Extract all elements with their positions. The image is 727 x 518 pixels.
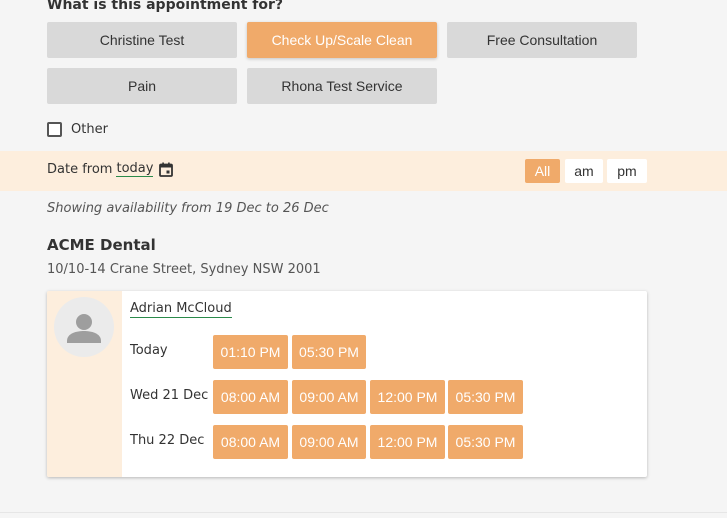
divider bbox=[0, 512, 727, 513]
clinic-name: ACME Dental bbox=[47, 236, 156, 254]
slot-button[interactable]: 05:30 PM bbox=[448, 425, 523, 459]
clinic-address: 10/10-14 Crane Street, Sydney NSW 2001 bbox=[47, 262, 321, 277]
period-all-button[interactable]: All bbox=[525, 159, 560, 183]
availability-note: Showing availability from 19 Dec to 26 D… bbox=[47, 201, 329, 216]
other-option[interactable]: Other bbox=[47, 122, 108, 137]
service-button-christine-test[interactable]: Christine Test bbox=[47, 22, 237, 58]
date-filter-bar: Date from today All am pm bbox=[0, 151, 727, 191]
slot-button[interactable]: 08:00 AM bbox=[213, 425, 288, 459]
practitioner-card: Adrian McCloud Today 01:10 PM 05:30 PM W… bbox=[47, 291, 647, 477]
day-label-today: Today bbox=[130, 343, 168, 358]
day-label-thu-22-dec: Thu 22 Dec bbox=[130, 433, 205, 448]
service-button-pain[interactable]: Pain bbox=[47, 68, 237, 104]
slot-button[interactable]: 08:00 AM bbox=[213, 380, 288, 414]
service-button-check-up-scale-clean[interactable]: Check Up/Scale Clean bbox=[247, 22, 437, 58]
date-from-link[interactable]: today bbox=[116, 161, 154, 177]
day-label-wed-21-dec: Wed 21 Dec bbox=[130, 388, 209, 403]
calendar-icon[interactable] bbox=[159, 162, 174, 177]
slot-button[interactable]: 01:10 PM bbox=[213, 335, 288, 369]
slot-button[interactable]: 09:00 AM bbox=[292, 425, 366, 459]
other-label: Other bbox=[71, 122, 108, 137]
slot-button[interactable]: 05:30 PM bbox=[448, 380, 523, 414]
date-from: Date from today bbox=[47, 161, 174, 177]
period-am-button[interactable]: am bbox=[565, 159, 603, 183]
slot-button[interactable]: 09:00 AM bbox=[292, 380, 366, 414]
practitioner-side-panel bbox=[47, 291, 122, 477]
slot-button[interactable]: 12:00 PM bbox=[370, 425, 445, 459]
slot-button[interactable]: 05:30 PM bbox=[292, 335, 366, 369]
service-button-free-consultation[interactable]: Free Consultation bbox=[447, 22, 637, 58]
slot-button[interactable]: 12:00 PM bbox=[370, 380, 445, 414]
practitioner-name-link[interactable]: Adrian McCloud bbox=[130, 300, 232, 318]
period-pm-button[interactable]: pm bbox=[607, 159, 647, 183]
service-button-rhona-test-service[interactable]: Rhona Test Service bbox=[247, 68, 437, 104]
date-from-label: Date from bbox=[47, 161, 113, 177]
other-checkbox[interactable] bbox=[47, 122, 62, 137]
person-icon bbox=[54, 297, 114, 357]
service-question: What is this appointment for? bbox=[47, 0, 284, 13]
